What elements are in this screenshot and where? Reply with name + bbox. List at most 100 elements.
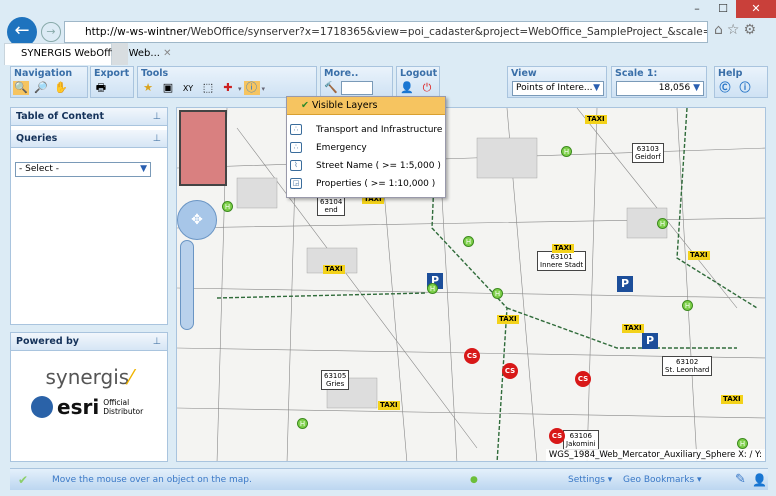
charging-station-marker[interactable]: CS — [464, 348, 480, 364]
zoom-out-icon[interactable]: 🔎 — [33, 81, 49, 95]
dropdown-arrow-icon[interactable]: ▾ — [238, 85, 242, 93]
taxi-marker[interactable]: TAXI — [585, 115, 607, 124]
star-add-icon[interactable]: ★ — [140, 81, 156, 95]
district-label: 63103 Geidorf — [632, 143, 664, 163]
charging-station-marker[interactable]: CS — [575, 371, 591, 387]
layer-properties[interactable]: ◲ Properties ( >= 1:10,000 ) — [287, 175, 445, 193]
pin-icon[interactable]: ⊥ — [153, 130, 161, 147]
charging-station-marker[interactable]: CS — [502, 363, 518, 379]
parking-marker[interactable]: P — [642, 333, 658, 349]
query-select[interactable]: - Select - ▼ — [15, 162, 151, 177]
copyright-icon[interactable]: Ⓒ — [717, 81, 733, 95]
taxi-marker[interactable]: TAXI — [323, 265, 345, 274]
navigation-group: Navigation 🔍 🔎 ✋ — [10, 66, 88, 98]
pin-icon[interactable]: ⊥ — [153, 333, 161, 350]
taxi-marker[interactable]: TAXI — [622, 324, 644, 333]
user-icon[interactable]: 👤 — [752, 469, 767, 491]
pencil-icon[interactable]: ✎ — [735, 469, 746, 491]
xy-coordinate-icon[interactable]: XY — [180, 82, 196, 96]
view-value: Points of Intere... — [516, 83, 593, 93]
district-label: 63106 Jakomini — [563, 430, 599, 450]
hammer-icon[interactable]: 🔨 — [323, 81, 339, 95]
forward-button[interactable]: → — [41, 22, 61, 42]
taxi-marker[interactable]: TAXI — [378, 401, 400, 410]
layer-transport[interactable]: ∴ Transport and Infrastructure — [287, 121, 445, 139]
group-label: Tools — [141, 68, 169, 79]
synergis-logo: synergis⁄ — [45, 365, 133, 389]
parking-marker[interactable]: P — [617, 276, 633, 292]
tools-group: Tools ★ ▣ XY ⬚ ✚ ▾ ⓘ ▾ — [137, 66, 317, 98]
bus-stop-marker[interactable]: H — [492, 288, 503, 299]
taxi-marker[interactable]: TAXI — [552, 244, 574, 253]
group-label: Navigation — [14, 68, 73, 79]
pan-hand-icon[interactable]: ✋ — [53, 81, 69, 95]
help-icon[interactable]: ⓘ — [737, 81, 753, 95]
bus-stop-marker[interactable]: H — [657, 218, 668, 229]
minimize-button[interactable]: – — [684, 0, 710, 18]
toc-title: Table of Content — [16, 111, 104, 122]
new-tab-button[interactable] — [112, 43, 128, 65]
home-icon[interactable]: ⌂ — [714, 22, 727, 38]
identify-info-icon[interactable]: ⓘ — [243, 81, 260, 95]
scale-select[interactable]: 18,056 ▼ — [616, 81, 704, 96]
activity-indicator-icon: ● — [470, 475, 478, 485]
taxi-marker[interactable]: TAXI — [688, 251, 710, 260]
bus-stop-marker[interactable]: H — [222, 201, 233, 212]
group-label: Export — [94, 68, 130, 79]
group-label: View — [511, 68, 537, 79]
menu-item-visible-layers[interactable]: ✔ Visible Layers — [287, 97, 445, 115]
language-flag-icon[interactable]: ✚ — [220, 81, 236, 95]
map-canvas[interactable]: ✥ 63103 Geidorf 63101 Innere Stadt 63102 St… — [176, 107, 766, 462]
layer-emergency[interactable]: ∴ Emergency — [287, 139, 445, 157]
visible-layers-menu: ✔ Visible Layers ∴ Transport and Infrastr… — [286, 96, 446, 198]
maximize-button[interactable]: ☐ — [710, 0, 736, 18]
bus-stop-marker[interactable]: H — [427, 283, 438, 294]
settings-gear-icon[interactable]: ⚙ — [743, 22, 760, 38]
zoom-slider[interactable] — [180, 240, 194, 330]
dropdown-arrow-icon[interactable]: ▾ — [262, 85, 266, 93]
bus-stop-marker[interactable]: H — [297, 418, 308, 429]
pin-icon[interactable]: ⊥ — [153, 108, 161, 125]
print-icon[interactable]: 🖶 — [93, 81, 109, 95]
queries-header[interactable]: Queries ⊥ — [11, 130, 167, 148]
settings-menu[interactable]: Settings ▾ — [568, 469, 612, 491]
more-select[interactable] — [341, 81, 373, 95]
favorites-star-icon[interactable]: ☆ — [727, 22, 744, 38]
close-button[interactable]: ✕ — [736, 0, 776, 18]
left-panel-top: Table of Content ⊥ Queries ⊥ - Select - ▼ — [10, 107, 168, 325]
taxi-marker[interactable]: TAXI — [497, 315, 519, 324]
bus-stop-marker[interactable]: H — [463, 236, 474, 247]
bus-stop-marker[interactable]: H — [561, 146, 572, 157]
esri-logo: esri Official Distributor — [31, 395, 167, 419]
geo-bookmarks-menu[interactable]: Geo Bookmarks ▾ — [623, 469, 702, 491]
layer-street-name[interactable]: ⌇ Street Name ( >= 1:5,000 ) — [287, 157, 445, 175]
globe-icon — [31, 396, 53, 418]
check-icon: ✔ — [18, 473, 29, 487]
bus-stop-marker[interactable]: H — [682, 300, 693, 311]
window-controls: – ☐ ✕ — [684, 0, 776, 18]
group-label: Logout — [400, 68, 438, 79]
help-group: Help Ⓒⓘ — [714, 66, 768, 98]
chevron-down-icon: ▼ — [140, 164, 147, 174]
menu-item-label: Visible Layers — [312, 100, 378, 111]
select-icon[interactable]: ⬚ — [200, 81, 216, 95]
group-label: More.. — [324, 68, 359, 79]
view-select[interactable]: Points of Intere... ▼ — [512, 81, 604, 96]
taxi-marker[interactable]: TAXI — [721, 395, 743, 404]
zoom-in-icon[interactable]: 🔍 — [13, 81, 29, 95]
tab-close-icon[interactable]: ✕ — [163, 48, 171, 59]
logout-group: Logout 👤 ⏻ — [396, 66, 440, 98]
measure-icon[interactable]: ▣ — [160, 81, 176, 95]
pan-control[interactable]: ✥ — [177, 200, 217, 240]
chevron-down-icon: ▼ — [693, 83, 700, 93]
address-bar[interactable]: http://w-ws-wintner/WebOffice/synserver?… — [64, 21, 708, 43]
user-edit-icon[interactable]: 👤 — [399, 81, 415, 95]
street-network — [177, 108, 765, 461]
bus-stop-marker[interactable]: H — [737, 438, 748, 449]
line-layer-icon: ⌇ — [290, 160, 302, 171]
overview-map[interactable] — [179, 110, 227, 186]
power-icon[interactable]: ⏻ — [419, 81, 435, 95]
browser-tab[interactable]: SYNERGIS WebOffice Web... ✕ — [4, 43, 172, 65]
toc-header[interactable]: Table of Content ⊥ — [11, 108, 167, 126]
charging-station-marker[interactable]: CS — [549, 428, 565, 444]
